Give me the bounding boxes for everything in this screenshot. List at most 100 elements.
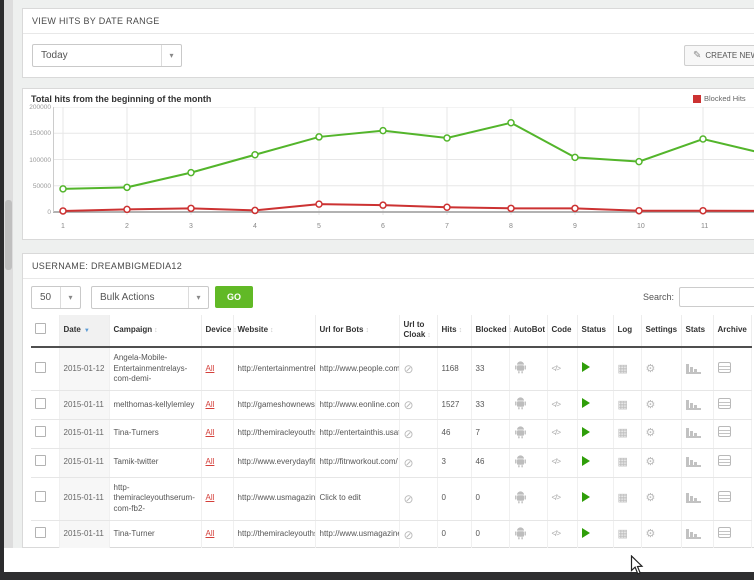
circle-slash-icon[interactable]: ⊘ bbox=[404, 492, 414, 506]
archive-box-icon[interactable] bbox=[718, 491, 731, 502]
circle-slash-icon[interactable]: ⊘ bbox=[404, 456, 414, 470]
android-robot-icon[interactable] bbox=[514, 396, 527, 410]
gear-icon[interactable]: ⚙ bbox=[646, 492, 656, 504]
row-checkbox[interactable] bbox=[35, 527, 46, 538]
column-header-url-to-cloak[interactable]: Url to Cloak↕ bbox=[399, 315, 437, 347]
bar-chart-icon[interactable] bbox=[686, 427, 701, 438]
play-status-icon[interactable] bbox=[582, 362, 590, 372]
column-header-campaign[interactable]: Campaign↕ bbox=[109, 315, 201, 347]
row-checkbox[interactable] bbox=[35, 491, 46, 502]
circle-slash-icon[interactable]: ⊘ bbox=[404, 362, 414, 376]
play-status-icon[interactable] bbox=[582, 492, 590, 502]
url-for-bots-cell[interactable]: Click to edit bbox=[315, 477, 399, 520]
circle-slash-icon[interactable]: ⊘ bbox=[404, 398, 414, 412]
play-status-icon[interactable] bbox=[582, 456, 590, 466]
scrollbar-thumb[interactable] bbox=[5, 200, 12, 270]
log-grid-icon[interactable]: ▦ bbox=[618, 363, 628, 375]
hits-line-chart bbox=[53, 107, 754, 220]
android-robot-icon[interactable] bbox=[514, 526, 527, 540]
left-scrollbar[interactable] bbox=[4, 0, 13, 572]
archive-box-icon[interactable] bbox=[718, 426, 731, 437]
settings-cell: ⚙ bbox=[641, 448, 681, 477]
archive-box-icon[interactable] bbox=[718, 398, 731, 409]
stats-cell bbox=[681, 520, 713, 549]
page-size-select[interactable]: 50 ▾ bbox=[31, 286, 81, 309]
column-header-device[interactable]: Device↕ bbox=[201, 315, 233, 347]
circle-slash-icon[interactable]: ⊘ bbox=[404, 427, 414, 441]
device-cell: All bbox=[201, 520, 233, 549]
play-status-icon[interactable] bbox=[582, 427, 590, 437]
log-grid-icon[interactable]: ▦ bbox=[618, 528, 628, 540]
log-grid-icon[interactable]: ▦ bbox=[618, 456, 628, 468]
bar-chart-icon[interactable] bbox=[686, 528, 701, 539]
gear-icon[interactable]: ⚙ bbox=[646, 399, 656, 411]
bar-chart-icon[interactable] bbox=[686, 399, 701, 410]
website-cell[interactable]: http://themiracleyouthser... bbox=[233, 419, 315, 448]
bar-chart-icon[interactable] bbox=[686, 363, 701, 374]
archive-box-icon[interactable] bbox=[718, 527, 731, 538]
date-range-select[interactable]: Today ▾ bbox=[32, 44, 182, 67]
url-for-bots-cell[interactable]: http://www.eonline.com/n... bbox=[315, 391, 399, 420]
go-button[interactable]: GO bbox=[215, 286, 253, 308]
website-cell[interactable]: http://entertainmentrelays... bbox=[233, 347, 315, 391]
code-icon[interactable]: </> bbox=[552, 457, 561, 466]
create-new-campaign-button[interactable]: ✎ CREATE NEW CAMPAIGN bbox=[684, 45, 754, 66]
log-grid-icon[interactable]: ▦ bbox=[618, 492, 628, 504]
code-icon[interactable]: </> bbox=[552, 428, 561, 437]
device-link[interactable]: All bbox=[206, 428, 215, 437]
device-link[interactable]: All bbox=[206, 493, 215, 502]
search-input[interactable] bbox=[679, 287, 754, 307]
gear-icon[interactable]: ⚙ bbox=[646, 427, 656, 439]
select-all-checkbox[interactable] bbox=[35, 323, 46, 334]
bar-chart-icon[interactable] bbox=[686, 492, 701, 503]
device-link[interactable]: All bbox=[206, 364, 215, 373]
website-cell[interactable]: http://gameshownews.net bbox=[233, 391, 315, 420]
code-icon[interactable]: </> bbox=[552, 364, 561, 373]
column-label: Log bbox=[618, 325, 633, 334]
url-for-bots-cell[interactable]: http://www.people.com/ar... bbox=[315, 347, 399, 391]
device-link[interactable]: All bbox=[206, 457, 215, 466]
circle-slash-icon[interactable]: ⊘ bbox=[404, 528, 414, 542]
column-header-date[interactable]: Date▼ bbox=[59, 315, 109, 347]
device-link[interactable]: All bbox=[206, 529, 215, 538]
device-link[interactable]: All bbox=[206, 400, 215, 409]
android-robot-icon[interactable] bbox=[514, 425, 527, 439]
blocked-cell: 33 bbox=[471, 347, 509, 391]
row-checkbox[interactable] bbox=[35, 362, 46, 373]
gear-icon[interactable]: ⚙ bbox=[646, 363, 656, 375]
row-checkbox[interactable] bbox=[35, 426, 46, 437]
website-cell[interactable]: http://www.everydayfitnes... bbox=[233, 448, 315, 477]
url-for-bots-cell[interactable]: http://fitnworkout.com/ bbox=[315, 448, 399, 477]
log-cell: ▦ bbox=[613, 520, 641, 549]
bar-chart-icon[interactable] bbox=[686, 456, 701, 467]
gear-icon[interactable]: ⚙ bbox=[646, 456, 656, 468]
log-grid-icon[interactable]: ▦ bbox=[618, 399, 628, 411]
column-header-website[interactable]: Website↕ bbox=[233, 315, 315, 347]
log-grid-icon[interactable]: ▦ bbox=[618, 427, 628, 439]
android-robot-icon[interactable] bbox=[514, 454, 527, 468]
archive-box-icon[interactable] bbox=[718, 362, 731, 373]
row-checkbox[interactable] bbox=[35, 455, 46, 466]
url-for-bots-cell[interactable]: http://entertainthis.usatod... bbox=[315, 419, 399, 448]
log-cell: ▦ bbox=[613, 391, 641, 420]
create-new-campaign-label: CREATE NEW CAMPAIGN bbox=[705, 51, 754, 60]
column-header-url-for-bots[interactable]: Url for Bots↕ bbox=[315, 315, 399, 347]
column-header-blocked[interactable]: Blocked↕ bbox=[471, 315, 509, 347]
archive-box-icon[interactable] bbox=[718, 455, 731, 466]
android-robot-icon[interactable] bbox=[514, 360, 527, 374]
code-icon[interactable]: </> bbox=[552, 493, 561, 502]
code-icon[interactable]: </> bbox=[552, 529, 561, 538]
row-select-cell bbox=[31, 520, 59, 549]
play-status-icon[interactable] bbox=[582, 528, 590, 538]
row-checkbox[interactable] bbox=[35, 398, 46, 409]
campaigns-table: Date▼Campaign↕Device↕Website↕Url for Bot… bbox=[31, 315, 752, 579]
column-header-hits[interactable]: Hits↕ bbox=[437, 315, 471, 347]
gear-icon[interactable]: ⚙ bbox=[646, 528, 656, 540]
website-cell[interactable]: http://themiracleyouthser... bbox=[233, 520, 315, 549]
play-status-icon[interactable] bbox=[582, 398, 590, 408]
code-icon[interactable]: </> bbox=[552, 400, 561, 409]
bulk-actions-select[interactable]: Bulk Actions ▾ bbox=[91, 286, 209, 309]
url-for-bots-cell[interactable]: http://www.usmagazine.c... bbox=[315, 520, 399, 549]
android-robot-icon[interactable] bbox=[514, 490, 527, 504]
website-cell[interactable]: http://www.usmagazine.c... bbox=[233, 477, 315, 520]
